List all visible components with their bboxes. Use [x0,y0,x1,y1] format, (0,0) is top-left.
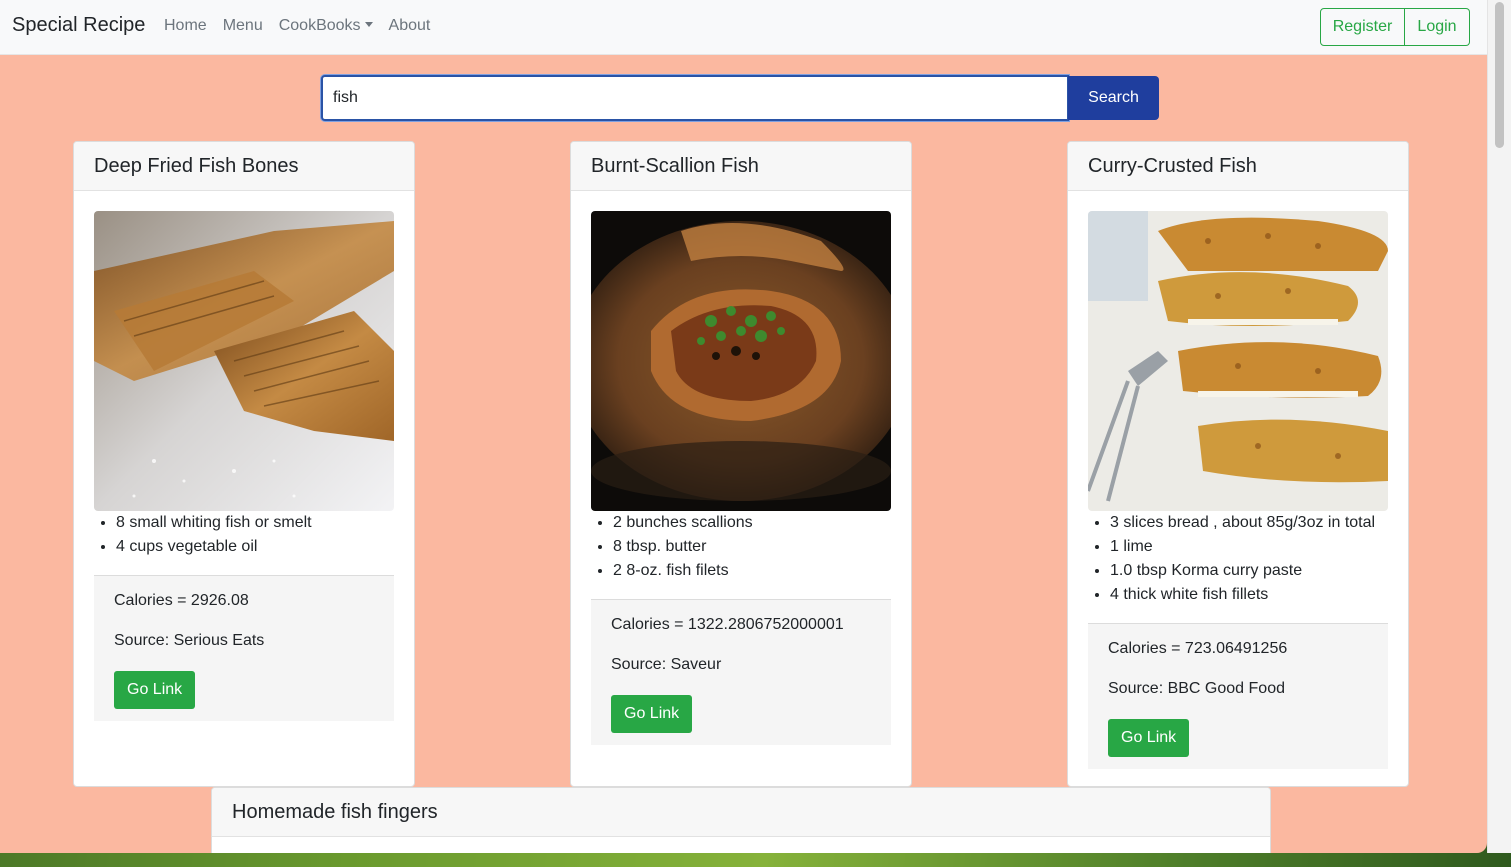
go-link-button[interactable]: Go Link [114,671,196,709]
source-text: Source: Serious Eats [114,632,265,649]
recipe-title: Homemade fish fingers [212,788,1270,837]
nav-cookbooks-dropdown[interactable]: CookBooks [279,17,373,35]
browser-viewport: Special Recipe Home Menu CookBooks About… [0,0,1487,853]
caret-down-icon [364,22,373,27]
ingredient-item: 8 tbsp. butter [613,535,891,559]
recipe-title: Burnt-Scallion Fish [571,142,911,191]
ingredient-item: 1.0 tbsp Korma curry paste [1110,559,1388,583]
ingredient-item: 1 lime [1110,535,1388,559]
nav-cookbooks-label: CookBooks [278,17,361,34]
nav-links: Home Menu CookBooks About [164,17,446,35]
ingredient-item: 4 cups vegetable oil [116,535,394,559]
ingredient-list: 2 bunches scallions 8 tbsp. butter 2 8-o… [591,511,891,583]
nav-menu[interactable]: Menu [223,17,263,35]
go-link-button[interactable]: Go Link [611,695,693,733]
scrollbar-thumb[interactable] [1495,2,1504,148]
ingredient-item: 3 slices bread , about 85g/3oz in total [1110,511,1388,535]
ingredient-item: 4 thick white fish fillets [1110,583,1388,607]
fried-fish-bones-photo [94,211,394,511]
ingredient-item: 8 small whiting fish or smelt [116,511,394,535]
calories-text: Calories = 723.06491256 [1108,640,1288,657]
search-button[interactable]: Search [1068,76,1159,120]
brand-logo[interactable]: Special Recipe [12,14,145,37]
nav-about[interactable]: About [389,17,431,35]
curry-crusted-fish-photo [1088,211,1388,511]
page-scrollbar[interactable] [1487,0,1511,853]
calories-text: Calories = 1322.2806752000001 [611,616,844,633]
recipe-info: Calories = 1322.2806752000001 Source: Sa… [591,599,891,745]
recipe-card: Curry-Crusted Fish • 3 slices bread , ab… [1067,141,1409,787]
recipe-title: Curry-Crusted Fish [1068,142,1408,191]
recipe-info: Calories = 2926.08 Source: Serious Eats … [94,575,394,721]
recipe-card: Homemade fish fingers [211,787,1271,853]
nav-home[interactable]: Home [164,17,207,35]
auth-buttons: Register Login [1320,8,1470,46]
register-button[interactable]: Register [1320,8,1405,46]
ingredient-item: 2 8-oz. fish filets [613,559,891,583]
source-text: Source: Saveur [611,656,722,673]
ingredient-list: 3 slices bread , about 85g/3oz in total … [1088,511,1388,607]
recipe-info: Calories = 723.06491256 Source: BBC Good… [1088,623,1388,769]
ingredient-list: 8 small whiting fish or smelt 4 cups veg… [94,511,394,559]
recipe-card: Deep Fried Fish Bones • 8 small whiting … [73,141,415,787]
recipe-card: Burnt-Scallion Fish • 2 bunches scallion… [570,141,912,787]
calories-text: Calories = 2926.08 [114,592,249,609]
go-link-button[interactable]: Go Link [1108,719,1190,757]
source-text: Source: BBC Good Food [1108,680,1285,697]
scallion-fish-photo [591,211,891,511]
login-button[interactable]: Login [1405,8,1470,46]
navbar: Special Recipe Home Menu CookBooks About… [0,0,1487,55]
recipe-title: Deep Fried Fish Bones [74,142,414,191]
ingredient-item: 2 bunches scallions [613,511,891,535]
search-input[interactable] [321,75,1069,121]
